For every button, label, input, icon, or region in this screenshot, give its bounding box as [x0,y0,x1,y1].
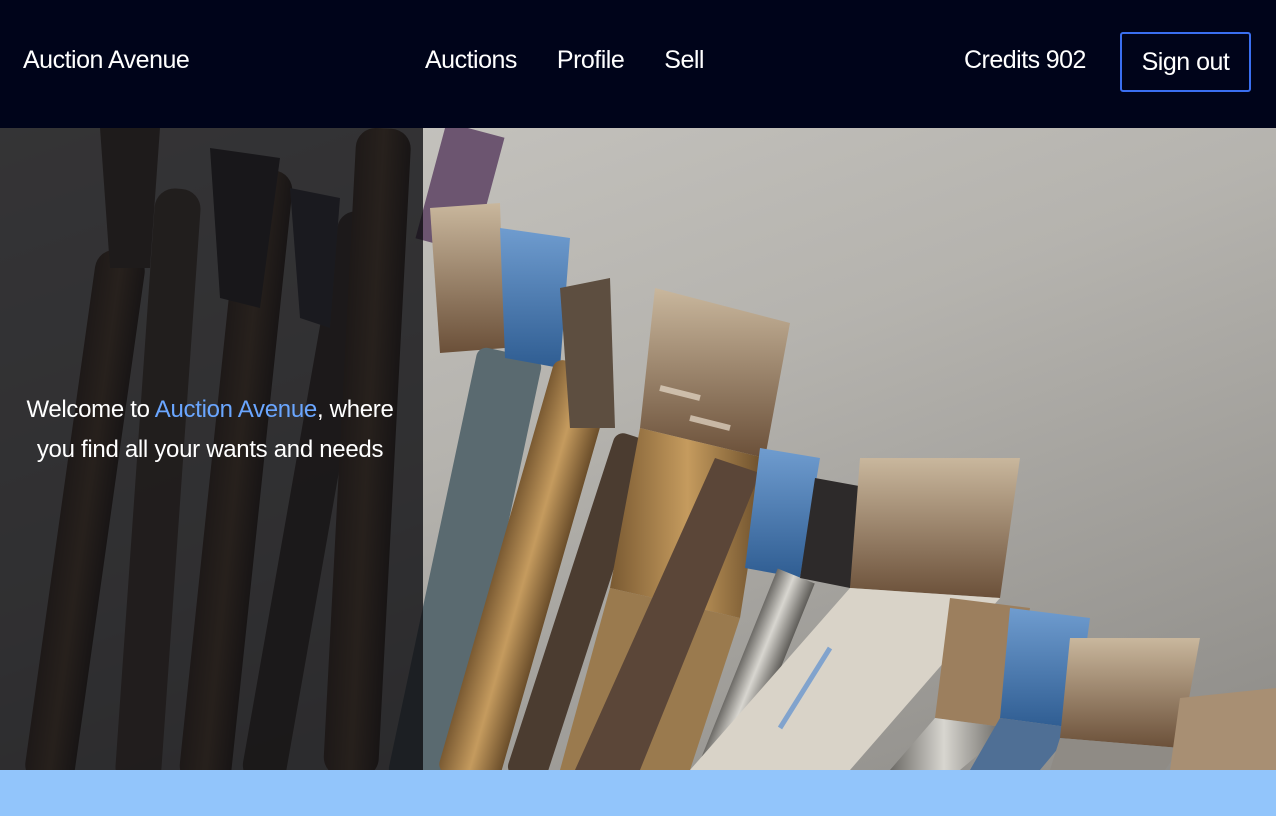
credits-value: 902 [1045,46,1087,74]
nav-profile[interactable]: Profile [557,46,625,75]
nav-auctions[interactable]: Auctions [425,46,517,75]
credits-label: Credits [964,46,1040,74]
content-band [0,770,1276,816]
main-nav: Auctions Profile Sell [425,46,704,75]
welcome-message: Welcome to Auction Avenue, where you fin… [20,390,400,470]
welcome-brand-highlight: Auction Avenue [154,396,317,423]
welcome-prefix: Welcome to [26,396,155,423]
top-navbar: Auction Avenue Auctions Profile Sell Cre… [0,0,1276,128]
nav-sell[interactable]: Sell [664,46,704,75]
credits-display: Credits 902 [964,46,1086,75]
brand-link[interactable]: Auction Avenue [23,46,190,75]
sign-out-button[interactable]: Sign out [1120,32,1251,92]
hero-section: Welcome to Auction Avenue, where you fin… [0,128,1276,770]
